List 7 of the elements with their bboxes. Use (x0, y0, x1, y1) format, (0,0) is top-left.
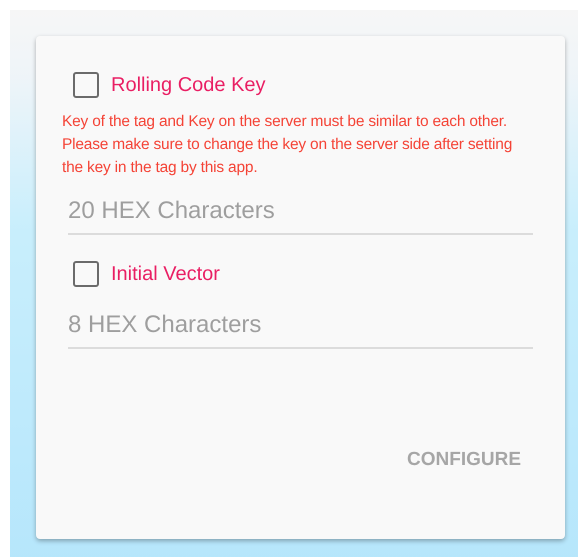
checkbox[interactable] (73, 72, 99, 98)
input-field[interactable]: 20 HEX Characters (68, 193, 533, 235)
checkbox[interactable] (73, 261, 99, 287)
checkbox-row[interactable]: Initial Vector (62, 261, 533, 287)
input-field[interactable]: 8 HEX Characters (68, 307, 533, 349)
checkbox-row[interactable]: Rolling Code Key (62, 72, 533, 98)
warning-text: Key of the tag and Key on the server must be similar to each other. Please make sure to change the key on the server side after setting the key in the tag by this app. (62, 112, 514, 178)
